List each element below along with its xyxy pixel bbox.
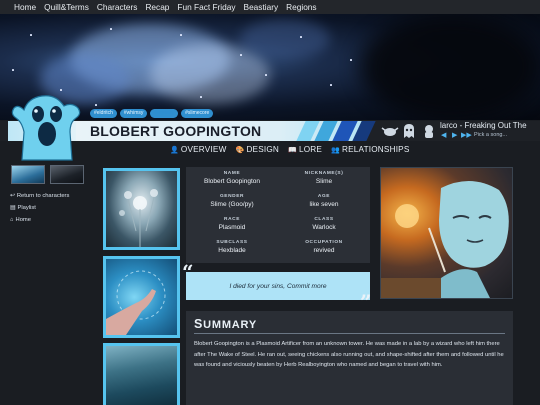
- field-subclass: SUBCLASS Hexblade: [186, 240, 278, 254]
- user-icon: 👤: [170, 146, 179, 154]
- gallery-image-water[interactable]: [103, 343, 180, 405]
- thumbnail-2[interactable]: [50, 165, 84, 184]
- field-name: NAME Blobert Goopington: [186, 171, 278, 185]
- nav-fun-fact-friday[interactable]: Fun Fact Friday: [177, 2, 235, 12]
- gallery-image-hand[interactable]: [103, 256, 180, 338]
- field-label: GENDER: [219, 194, 245, 199]
- summary-title-rest: UMMARY: [203, 319, 258, 331]
- character-portrait[interactable]: [380, 167, 513, 299]
- field-class: CLASS Warlock: [278, 217, 370, 231]
- field-label: OCCUPATION: [305, 240, 343, 245]
- tab-label: OVERVIEW: [180, 145, 227, 154]
- song-select[interactable]: Pick a song...: [474, 132, 507, 138]
- field-label: NAME: [223, 171, 241, 176]
- sidebar-item-label: Return to characters: [16, 193, 70, 199]
- field-value: Plasmoid: [218, 224, 246, 231]
- ghost-avatar-icon: [11, 95, 81, 161]
- character-name: BLOBERT GOOPINGTON: [90, 123, 262, 139]
- tab-overview[interactable]: 👤 OVERVIEW: [170, 145, 227, 154]
- field-race: RACE Plasmoid: [186, 217, 278, 231]
- play-icon[interactable]: ▶: [452, 131, 457, 139]
- sidebar-item-label: Playlist: [17, 205, 36, 211]
- divider: [194, 333, 505, 334]
- summary-text: Blobert Goopington is a Plasmoid Artific…: [194, 341, 504, 368]
- flower-illustration: [119, 189, 158, 247]
- tab-relationships[interactable]: 👥 RELATIONSHIPS: [331, 145, 409, 154]
- next-icon[interactable]: ▶▶: [461, 131, 472, 139]
- people-icon: 👥: [331, 146, 340, 154]
- field-label: AGE: [317, 194, 331, 199]
- back-arrow-icon: ↩: [10, 193, 15, 199]
- summary-title-initial: S: [194, 317, 204, 331]
- field-value: Slime (Goo/py): [210, 201, 254, 208]
- nav-beastiary[interactable]: Beastiary: [244, 2, 279, 12]
- field-age: AGE like seven: [278, 194, 370, 208]
- field-label: RACE: [224, 217, 240, 222]
- field-value: Warlock: [312, 224, 336, 231]
- close-quote-icon: ”: [360, 290, 372, 314]
- book-icon: 📖: [288, 146, 297, 154]
- page: Home Quill&Terms Characters Recap Fun Fa…: [0, 0, 540, 405]
- quote-text: I died for your sins, Commit more: [229, 282, 327, 290]
- field-value: Hexblade: [218, 247, 246, 254]
- sidebar-item-label: Home: [15, 217, 31, 223]
- sidebar-nav: ↩ Return to characters ▤ Playlist ⌂ Home: [10, 190, 69, 226]
- gallery-image-flowers[interactable]: [103, 168, 180, 250]
- portrait-illustration: [381, 180, 509, 298]
- home-icon: ⌂: [10, 217, 14, 223]
- sidebar-item-return[interactable]: ↩ Return to characters: [10, 190, 69, 202]
- astronaut-icon: [425, 125, 433, 138]
- prev-icon[interactable]: ◀: [441, 131, 446, 139]
- nav-recap[interactable]: Recap: [145, 2, 169, 12]
- tab-label: LORE: [298, 145, 323, 154]
- playlist-icon: ▤: [10, 205, 16, 211]
- tab-design[interactable]: 🎨 DESIGN: [236, 145, 280, 154]
- nav-quill-terms[interactable]: Quill&Terms: [44, 2, 89, 12]
- tag-chip[interactable]: #squishy: [150, 109, 179, 118]
- field-occupation: OCCUPATION revived: [278, 240, 370, 254]
- palette-icon: 🎨: [235, 146, 245, 154]
- field-value: Slime: [315, 178, 333, 185]
- sidebar-item-home[interactable]: ⌂ Home: [10, 214, 69, 226]
- tab-lore[interactable]: 📖 LORE: [288, 145, 322, 154]
- quote-box: I died for your sins, Commit more: [186, 272, 370, 300]
- tab-bar: 👤 OVERVIEW 🎨 DESIGN 📖 LORE 👥 RELATIONSHIPS: [170, 145, 410, 154]
- info-panel: NAME Blobert Goopington NICKNAME(S) Slime …: [186, 167, 370, 263]
- field-value: Blobert Goopington: [203, 178, 260, 185]
- summary-section: SUMMARY Blobert Goopington is a Plasmoid…: [186, 311, 513, 405]
- nav-home[interactable]: Home: [14, 2, 36, 12]
- summary-title: SUMMARY: [194, 317, 505, 331]
- top-nav: Home Quill&Terms Characters Recap Fun Fa…: [0, 0, 540, 14]
- hand-illustration: [106, 270, 166, 335]
- nav-regions[interactable]: Regions: [286, 2, 316, 12]
- field-value: revived: [313, 247, 335, 254]
- field-value: like seven: [309, 201, 339, 208]
- field-label: CLASS: [314, 217, 334, 222]
- tag-chip[interactable]: #whimsy: [119, 109, 148, 118]
- tag-chip[interactable]: #slimecore: [181, 109, 214, 118]
- nav-characters[interactable]: Characters: [97, 2, 138, 12]
- sidebar-item-playlist[interactable]: ▤ Playlist: [10, 202, 69, 214]
- field-label: SUBCLASS: [216, 240, 248, 245]
- song-title: larco - Freaking Out The: [440, 121, 527, 130]
- field-nicknames: NICKNAME(S) Slime: [278, 171, 370, 185]
- tag-list: #eldritch #whimsy #squishy #slimecore: [90, 109, 214, 118]
- field-gender: GENDER Slime (Goo/py): [186, 194, 278, 208]
- crab-icon: [381, 127, 399, 136]
- thumbnail-1[interactable]: [11, 165, 45, 184]
- tab-label: RELATIONSHIPS: [341, 145, 410, 154]
- ghost-icon: [404, 124, 414, 138]
- tag-chip[interactable]: #eldritch: [90, 109, 117, 118]
- field-label: NICKNAME(S): [304, 171, 344, 176]
- tab-label: DESIGN: [246, 145, 280, 154]
